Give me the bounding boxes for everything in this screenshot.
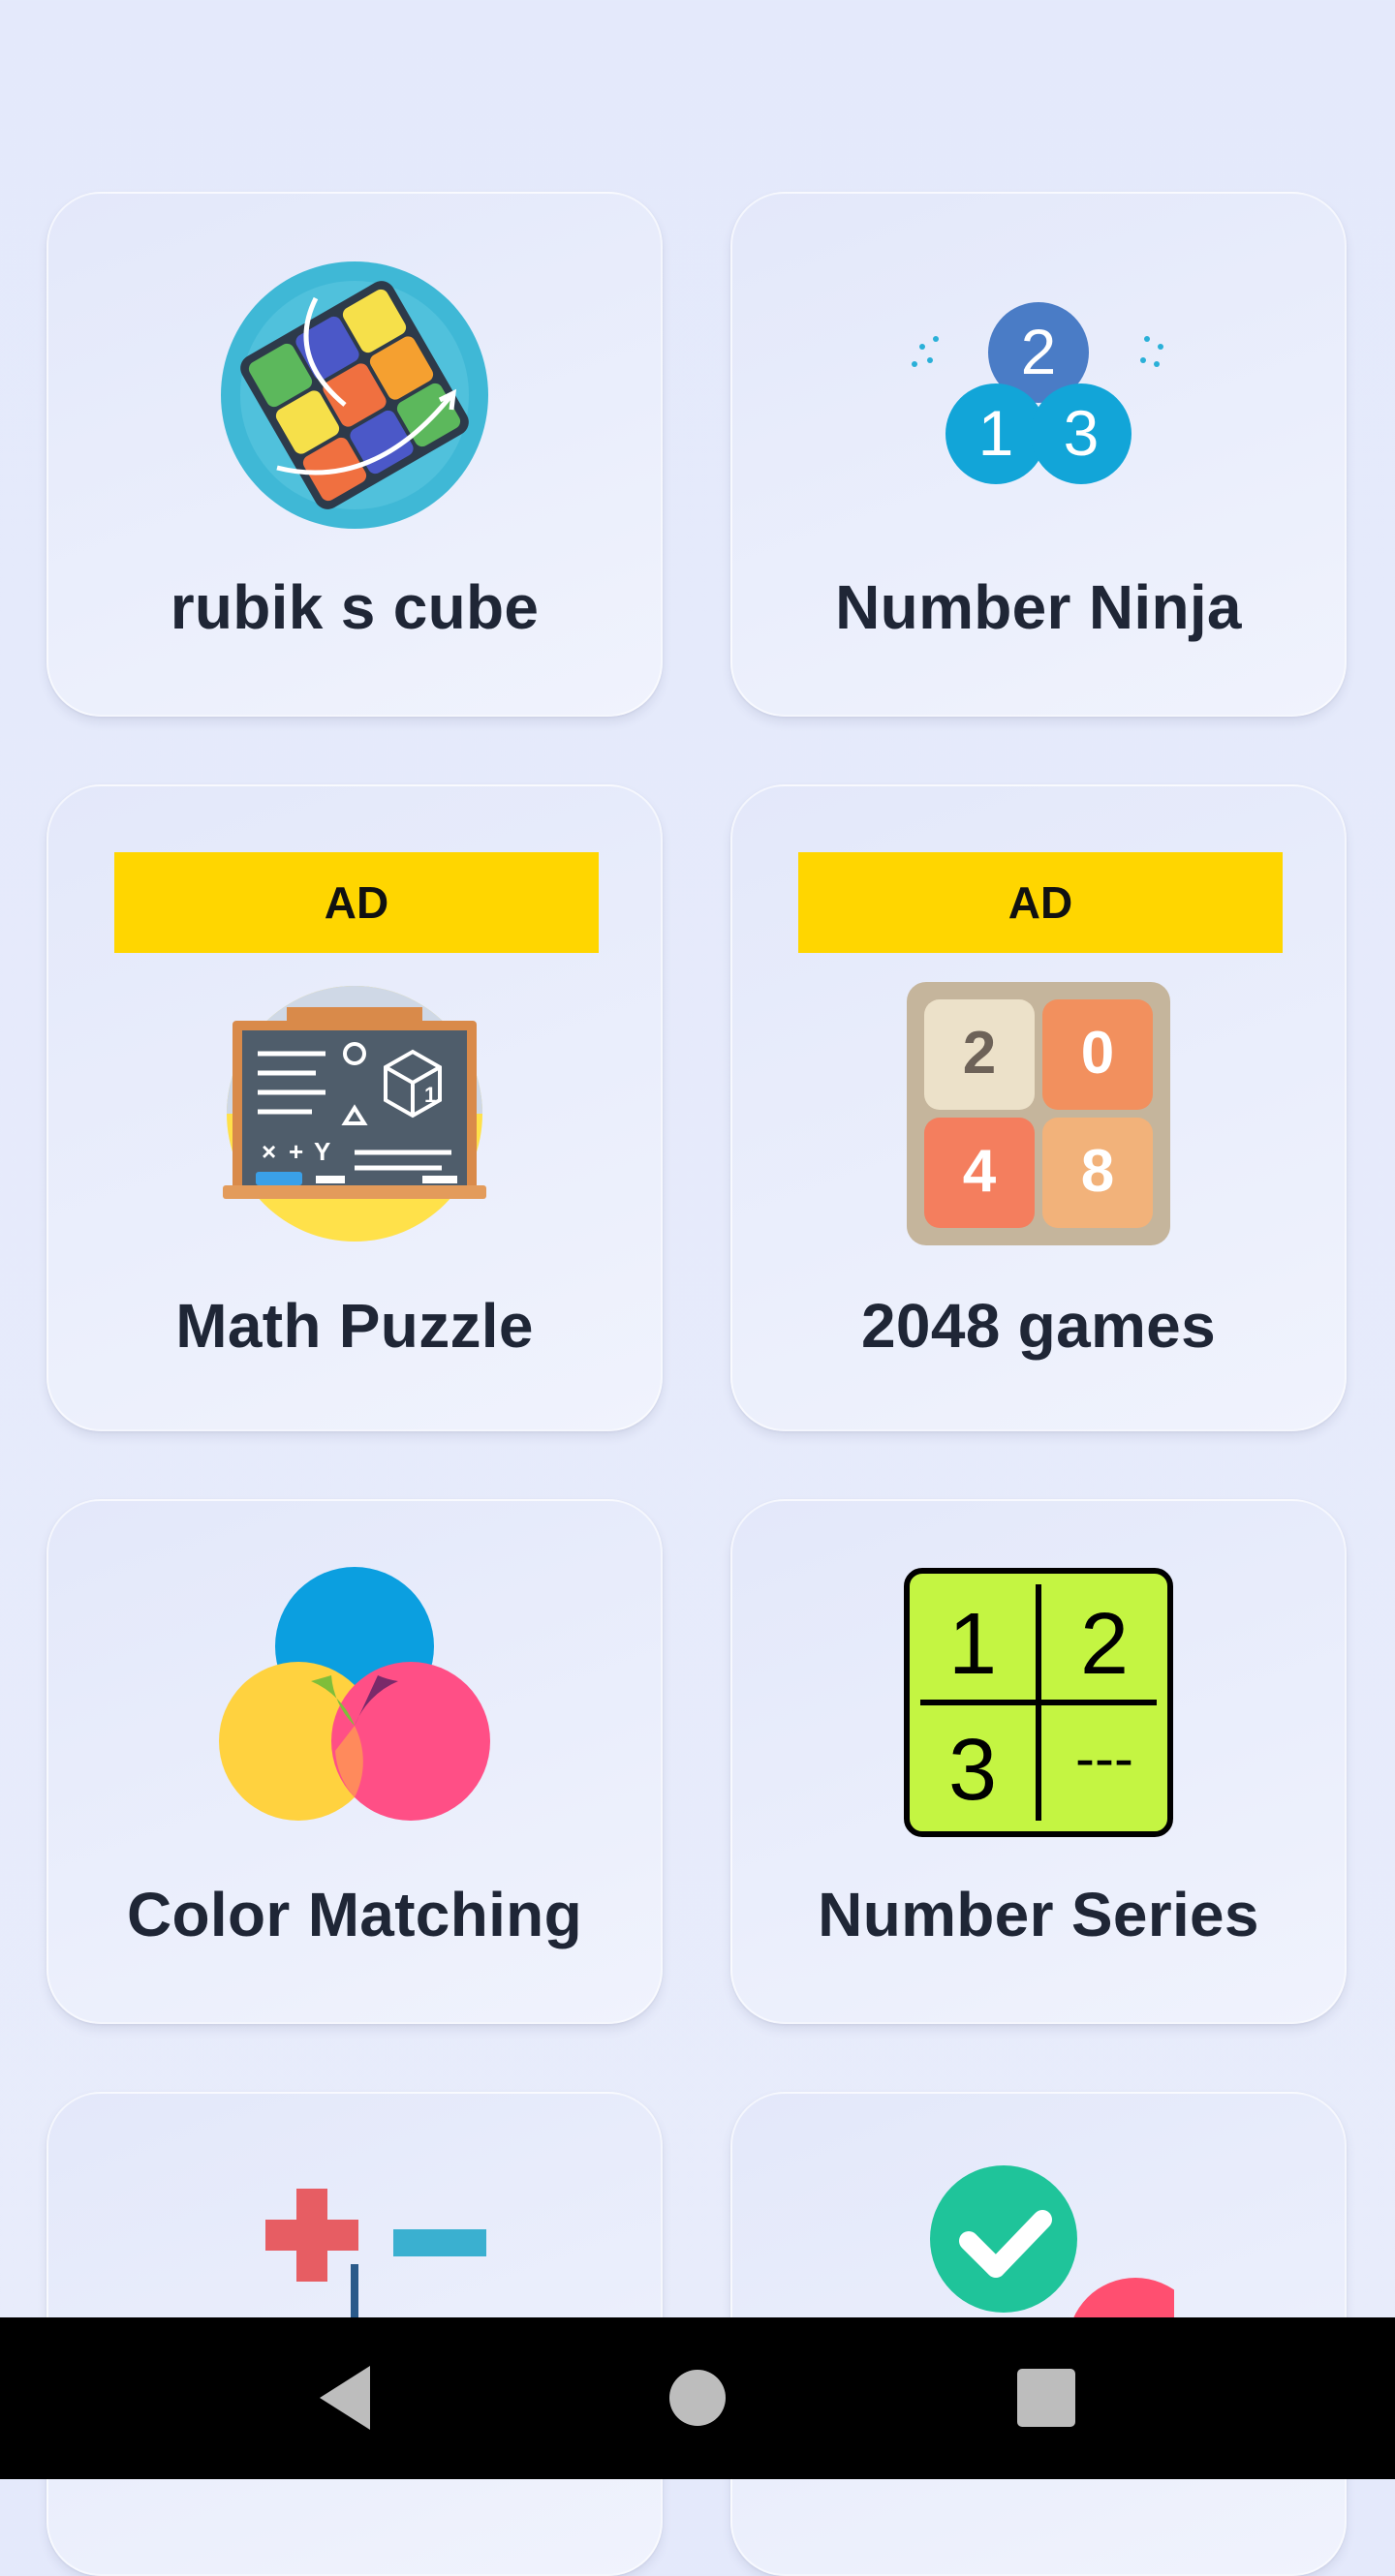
game-title: Math Puzzle [175, 1291, 534, 1361]
game-card-color-matching[interactable]: Color Matching [46, 1499, 663, 2024]
game-card-2048[interactable]: AD 2 0 4 8 2048 games [730, 784, 1347, 1431]
system-navigation-bar [0, 2317, 1395, 2479]
rubiks-cube-icon [221, 261, 488, 529]
chalkboard-icon: 1 × + Y [223, 986, 486, 1242]
ninja-number: 2 [1021, 316, 1057, 387]
game-title: 2048 games [861, 1291, 1216, 1361]
game-title: Number Ninja [835, 572, 1242, 642]
home-icon[interactable] [630, 2317, 765, 2479]
grid-value: 2 [1080, 1596, 1129, 1693]
game-card-rubiks-cube[interactable]: rubik s cube [46, 192, 663, 717]
game-card-number-series[interactable]: 1 2 3 --- Number Series [730, 1499, 1347, 2024]
chalkboard-symbol: + [289, 1137, 303, 1166]
chalkboard-digit: 1 [424, 1083, 436, 1107]
ninja-number: 1 [978, 397, 1014, 469]
number-grid-icon: 1 2 3 --- [904, 1568, 1173, 1837]
game-card-math-puzzle[interactable]: AD 1 × + Y Math Puzzle [46, 784, 663, 1431]
grid-value: 3 [948, 1722, 997, 1819]
chalkboard-symbol: × [262, 1137, 276, 1166]
back-icon[interactable] [281, 2317, 417, 2479]
tile-value: 0 [1081, 1020, 1114, 1087]
tile-value: 8 [1081, 1138, 1114, 1205]
chalkboard-symbol: Y [314, 1137, 330, 1166]
game-title: Color Matching [127, 1880, 582, 1949]
recents-icon[interactable] [978, 2317, 1114, 2479]
color-circles-icon [219, 1567, 490, 1821]
ad-badge: AD [798, 852, 1283, 953]
grid-value: --- [1075, 1726, 1133, 1791]
game-title: rubik s cube [170, 572, 540, 642]
tile-value: 2 [963, 1020, 996, 1087]
ninja-number: 3 [1064, 397, 1100, 469]
game-card-number-ninja[interactable]: 2 1 3 Number Ninja [730, 192, 1347, 717]
game-title: Number Series [818, 1880, 1259, 1949]
ad-badge: AD [114, 852, 599, 953]
number-ninja-icon: 2 1 3 [912, 302, 1163, 484]
tile-value: 4 [963, 1138, 997, 1205]
grid-value: 1 [948, 1596, 997, 1693]
2048-tiles-icon: 2 0 4 8 [907, 982, 1170, 1245]
